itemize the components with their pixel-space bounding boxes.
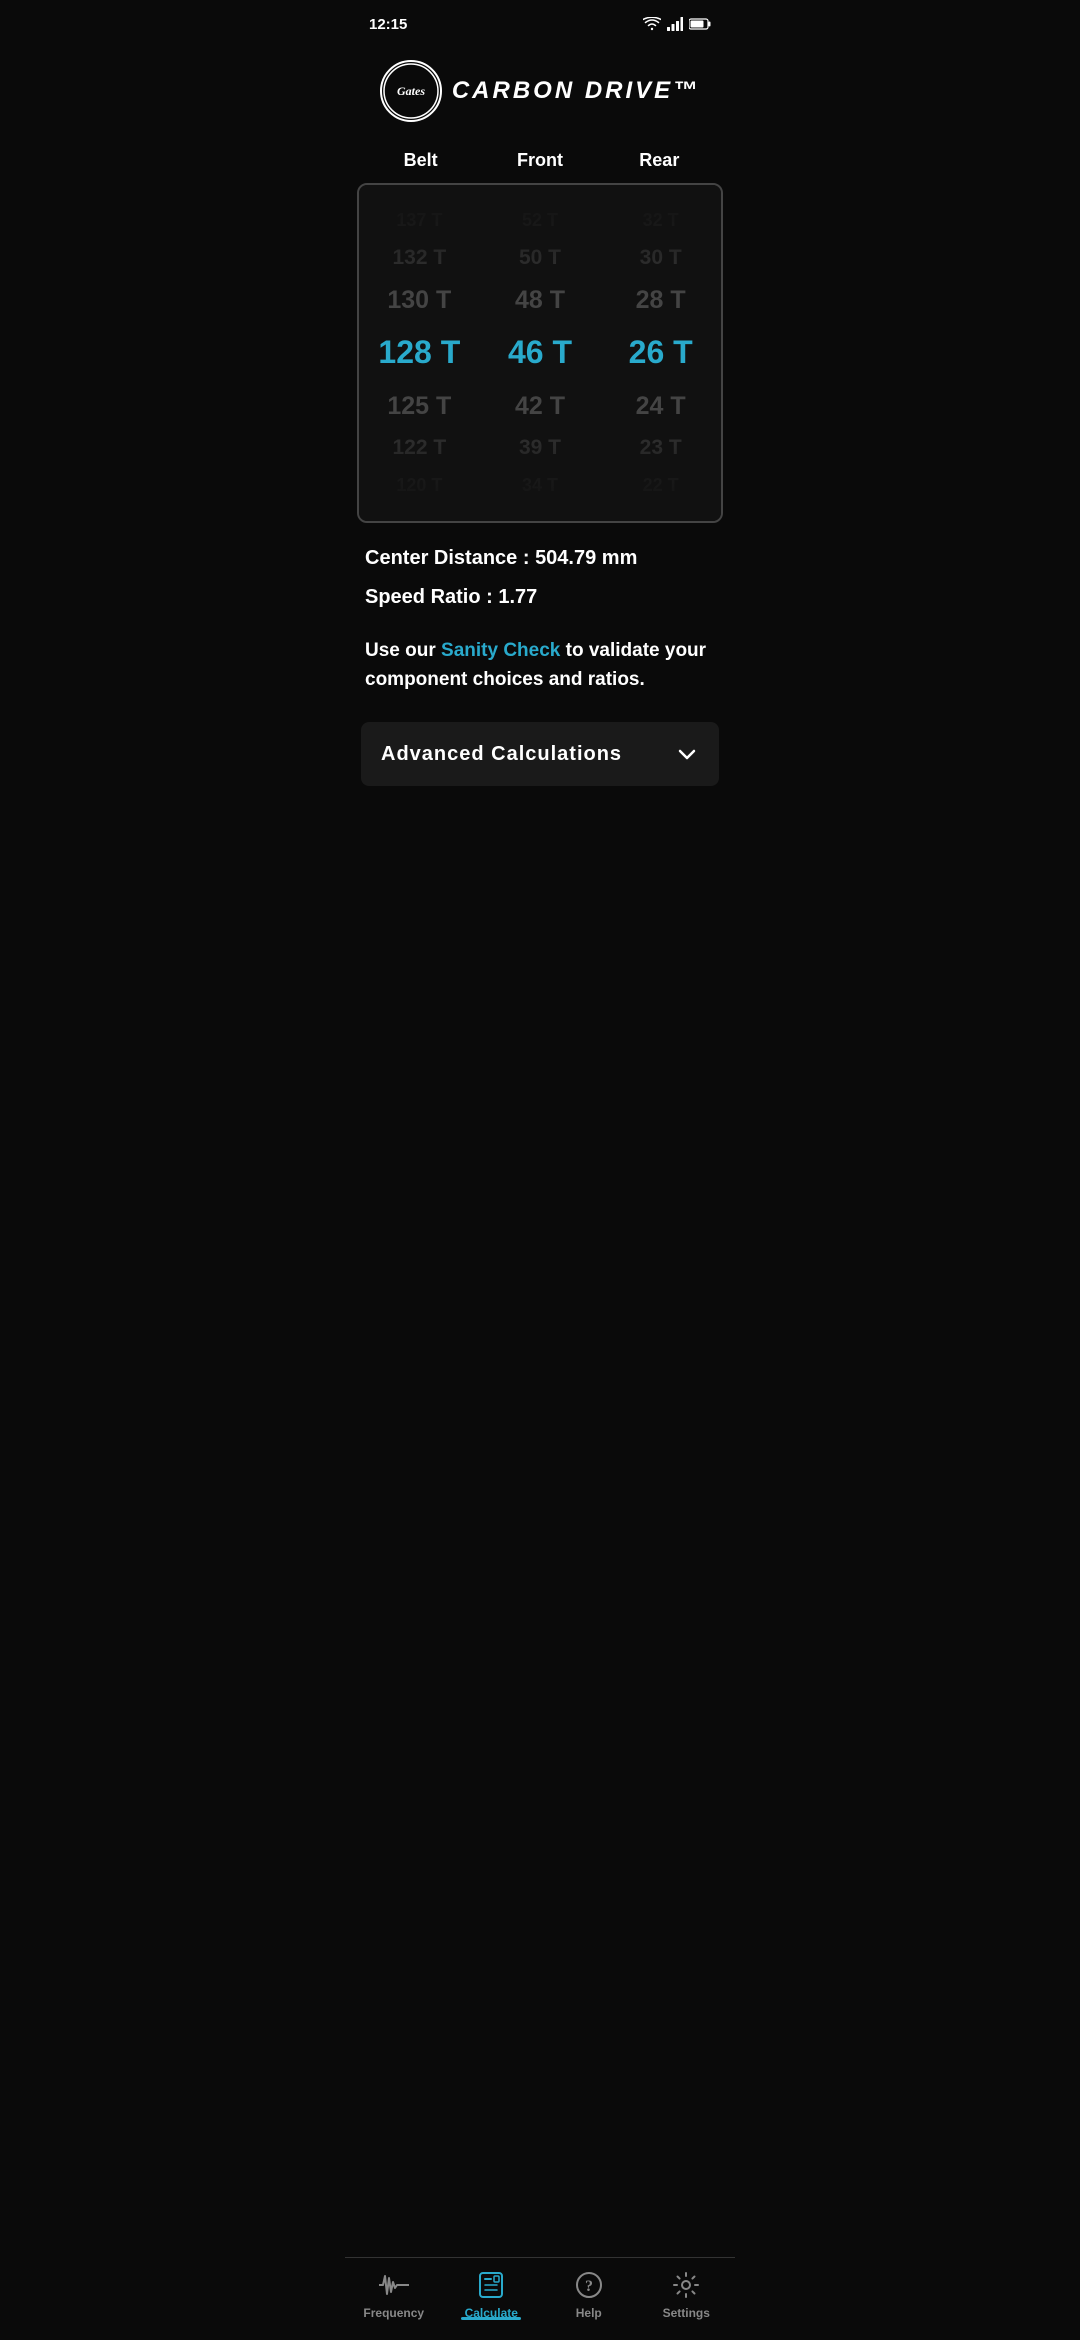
frequency-label: Frequency bbox=[363, 2306, 424, 2320]
picker-item[interactable]: 120 T bbox=[359, 468, 480, 503]
gates-oval-logo: Gates bbox=[380, 60, 442, 122]
wifi-icon bbox=[643, 17, 661, 31]
picker-item[interactable]: 32 T bbox=[600, 203, 721, 238]
nav-active-bar bbox=[461, 2317, 521, 2320]
picker-item[interactable]: 22 T bbox=[600, 468, 721, 503]
brand-name: CARBON DRIVE™ bbox=[452, 77, 700, 105]
picker-grid: 137 T 132 T 130 T 128 T 125 T 122 T 120 … bbox=[359, 185, 721, 521]
nav-item-settings[interactable]: Settings bbox=[638, 2270, 736, 2320]
rear-header: Rear bbox=[600, 150, 718, 171]
status-time: 12:15 bbox=[369, 16, 407, 33]
status-bar: 12:15 bbox=[345, 0, 735, 44]
svg-text:?: ? bbox=[585, 2278, 593, 2295]
sanity-check-link[interactable]: Sanity Check bbox=[441, 640, 560, 661]
signal-icon bbox=[667, 17, 683, 31]
picker-item[interactable]: 52 T bbox=[480, 203, 601, 238]
bottom-nav: Frequency Calculate ? Help bbox=[345, 2257, 735, 2340]
gates-logo-svg: Gates bbox=[382, 62, 440, 120]
nav-item-frequency[interactable]: Frequency bbox=[345, 2270, 443, 2320]
picker-item[interactable]: 132 T bbox=[359, 238, 480, 277]
svg-text:Gates: Gates bbox=[397, 84, 425, 98]
picker-item[interactable]: 24 T bbox=[600, 384, 721, 429]
picker-item[interactable]: 23 T bbox=[600, 428, 721, 467]
picker-container[interactable]: 137 T 132 T 130 T 128 T 125 T 122 T 120 … bbox=[357, 183, 723, 523]
picker-item-active[interactable]: 128 T bbox=[359, 322, 480, 384]
picker-item-active[interactable]: 46 T bbox=[480, 322, 601, 384]
battery-icon bbox=[689, 18, 711, 30]
picker-item[interactable]: 137 T bbox=[359, 203, 480, 238]
sanity-prefix: Use our bbox=[365, 640, 441, 661]
picker-item[interactable]: 28 T bbox=[600, 278, 721, 323]
logo-area: Gates CARBON DRIVE™ bbox=[345, 44, 735, 142]
picker-col-belt[interactable]: 137 T 132 T 130 T 128 T 125 T 122 T 120 … bbox=[359, 185, 480, 521]
speed-ratio: Speed Ratio : 1.77 bbox=[365, 586, 715, 609]
picker-item[interactable]: 122 T bbox=[359, 428, 480, 467]
sanity-section: Use our Sanity Check to validate your co… bbox=[345, 637, 735, 714]
column-headers: Belt Front Rear bbox=[345, 142, 735, 179]
settings-icon bbox=[671, 2270, 701, 2300]
nav-item-help[interactable]: ? Help bbox=[540, 2270, 638, 2320]
picker-item[interactable]: 30 T bbox=[600, 238, 721, 277]
center-distance: Center Distance : 504.79 mm bbox=[365, 547, 715, 570]
speed-ratio-value: 1.77 bbox=[498, 586, 537, 608]
center-distance-label: Center Distance : bbox=[365, 547, 535, 569]
help-icon: ? bbox=[574, 2270, 604, 2300]
picker-item[interactable]: 42 T bbox=[480, 384, 601, 429]
belt-header: Belt bbox=[362, 150, 480, 171]
frequency-icon bbox=[379, 2270, 409, 2300]
picker-item[interactable]: 130 T bbox=[359, 278, 480, 323]
center-distance-value: 504.79 mm bbox=[535, 547, 637, 569]
picker-col-rear[interactable]: 32 T 30 T 28 T 26 T 24 T 23 T 22 T bbox=[600, 185, 721, 521]
help-label: Help bbox=[576, 2306, 602, 2320]
nav-item-calculate[interactable]: Calculate bbox=[443, 2270, 541, 2320]
settings-label: Settings bbox=[663, 2306, 710, 2320]
sanity-text: Use our Sanity Check to validate your co… bbox=[365, 637, 715, 694]
picker-item-active[interactable]: 26 T bbox=[600, 322, 721, 384]
front-header: Front bbox=[481, 150, 599, 171]
logo-container: Gates CARBON DRIVE™ bbox=[380, 60, 700, 122]
speed-ratio-label: Speed Ratio : bbox=[365, 586, 498, 608]
advanced-calculations[interactable]: Advanced Calculations bbox=[361, 722, 719, 786]
status-icons bbox=[643, 17, 711, 31]
calculate-icon bbox=[476, 2270, 506, 2300]
advanced-label: Advanced Calculations bbox=[381, 743, 622, 766]
info-section: Center Distance : 504.79 mm Speed Ratio … bbox=[345, 523, 735, 637]
chevron-down-icon bbox=[675, 742, 699, 766]
picker-item[interactable]: 34 T bbox=[480, 468, 601, 503]
picker-col-front[interactable]: 52 T 50 T 48 T 46 T 42 T 39 T 34 T bbox=[480, 185, 601, 521]
picker-item[interactable]: 39 T bbox=[480, 428, 601, 467]
picker-item[interactable]: 50 T bbox=[480, 238, 601, 277]
logo-text: CARBON DRIVE™ bbox=[452, 77, 700, 105]
picker-item[interactable]: 48 T bbox=[480, 278, 601, 323]
picker-item[interactable]: 125 T bbox=[359, 384, 480, 429]
